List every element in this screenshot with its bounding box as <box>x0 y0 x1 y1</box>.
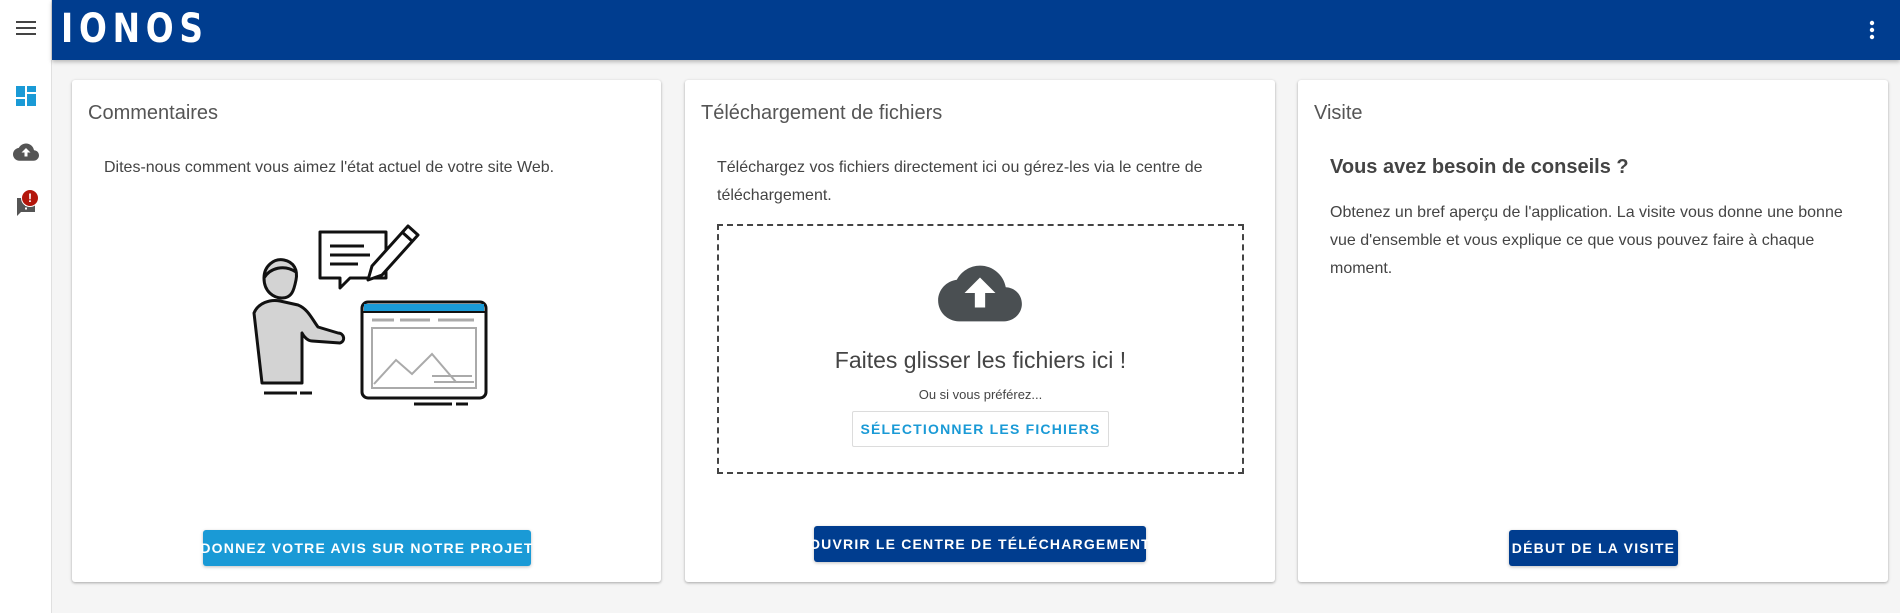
start-tour-button[interactable]: DÉBUT DE LA VISITE <box>1509 530 1678 566</box>
sidebar-item-feedback[interactable]: ! <box>0 187 52 227</box>
menu-icon <box>16 21 36 35</box>
sidebar: ! <box>0 0 52 613</box>
feedback-card-title: Commentaires <box>88 102 219 124</box>
feedback-illustration <box>252 224 488 406</box>
feedback-card-text: Dites-nous comment vous aimez l'état act… <box>104 159 555 176</box>
visit-card-title: Visite <box>1314 102 1363 124</box>
sidebar-item-dashboard[interactable] <box>0 76 52 116</box>
visit-heading: Vous avez besoin de conseils ? <box>1330 156 1629 178</box>
visit-card: Visite Vous avez besoin de conseils ? Ob… <box>1298 80 1888 582</box>
top-app-bar: IONOS <box>52 0 1900 60</box>
give-feedback-button[interactable]: DONNEZ VOTRE AVIS SUR NOTRE PROJET <box>200 530 532 566</box>
visit-card-text: Obtenez un bref aperçu de l'application.… <box>1330 204 1843 277</box>
open-upload-center-button[interactable]: OUVRIR LE CENTRE DE TÉLÉCHARGEMENT <box>809 526 1150 562</box>
select-files-button[interactable]: SÉLECTIONNER LES FICHIERS <box>852 411 1109 447</box>
sidebar-item-upload[interactable] <box>0 132 52 172</box>
file-drop-zone[interactable]: Faites glisser les fichiers ici ! Ou si … <box>717 224 1244 474</box>
more-options-button[interactable] <box>1860 14 1884 46</box>
sidebar-menu-button[interactable] <box>0 8 52 48</box>
feedback-card: Commentaires Dites-nous comment vous aim… <box>72 80 661 582</box>
drop-zone-title: Faites glisser les fichiers ici ! <box>834 347 1127 373</box>
upload-card: Téléchargement de fichiers Téléchargez v… <box>685 80 1275 582</box>
ionos-logo[interactable]: IONOS <box>61 7 209 51</box>
notification-badge: ! <box>21 189 39 207</box>
more-vert-icon <box>1869 20 1875 40</box>
dashboard-icon <box>16 86 36 106</box>
upload-card-text: Téléchargez vos fichiers directement ici… <box>717 159 1203 204</box>
cloud-upload-icon <box>13 143 39 161</box>
drop-zone-subtitle: Ou si vous préférez... <box>918 387 1043 402</box>
cloud-upload-icon <box>938 265 1022 322</box>
upload-card-title: Téléchargement de fichiers <box>701 102 943 124</box>
